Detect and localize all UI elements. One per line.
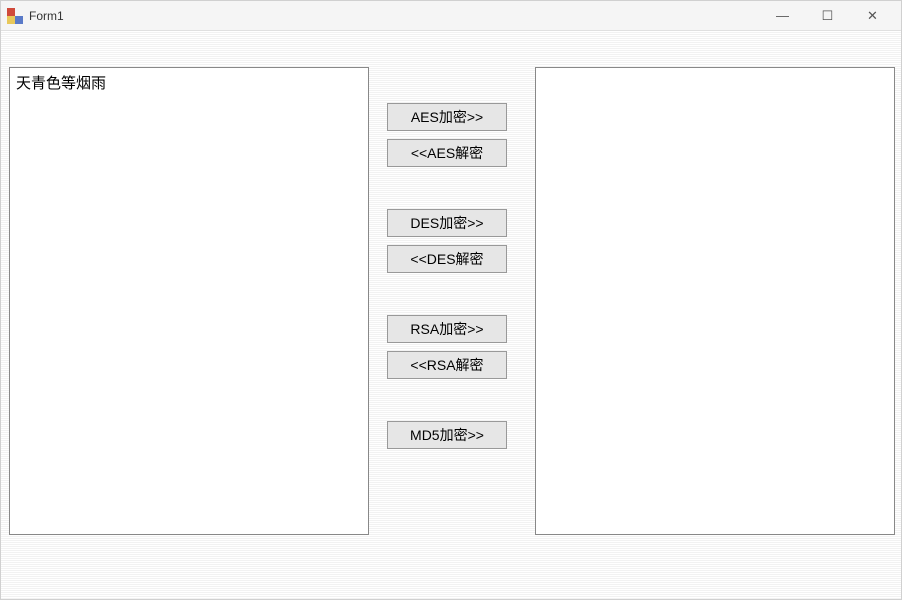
window-title: Form1	[29, 9, 760, 23]
rsa-decrypt-button[interactable]: <<RSA解密	[387, 351, 507, 379]
window-controls: — ☐ ✕	[760, 2, 895, 30]
aes-decrypt-button[interactable]: <<AES解密	[387, 139, 507, 167]
app-icon	[7, 8, 23, 24]
aes-encrypt-button[interactable]: AES加密>>	[387, 103, 507, 131]
app-window: Form1 — ☐ ✕ AES加密>> <<AES解密 DES加密>> <<DE…	[0, 0, 902, 600]
output-textbox[interactable]	[535, 67, 895, 535]
maximize-button[interactable]: ☐	[805, 2, 850, 30]
input-textbox[interactable]	[9, 67, 369, 535]
titlebar: Form1 — ☐ ✕	[1, 1, 901, 31]
minimize-button[interactable]: —	[760, 2, 805, 30]
button-column: AES加密>> <<AES解密 DES加密>> <<DES解密 RSA加密>> …	[387, 103, 517, 457]
des-encrypt-button[interactable]: DES加密>>	[387, 209, 507, 237]
close-button[interactable]: ✕	[850, 2, 895, 30]
rsa-encrypt-button[interactable]: RSA加密>>	[387, 315, 507, 343]
des-decrypt-button[interactable]: <<DES解密	[387, 245, 507, 273]
md5-encrypt-button[interactable]: MD5加密>>	[387, 421, 507, 449]
client-area: AES加密>> <<AES解密 DES加密>> <<DES解密 RSA加密>> …	[1, 31, 901, 599]
